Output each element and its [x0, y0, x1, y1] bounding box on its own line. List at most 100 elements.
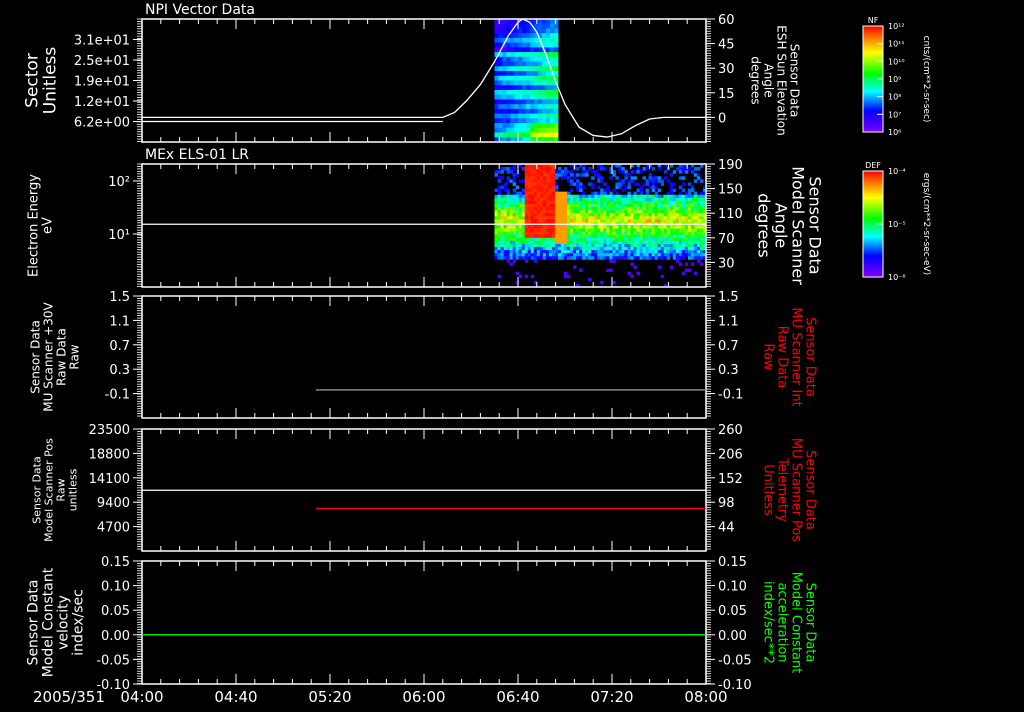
left-tick-label: 0.00	[101, 629, 130, 644]
spectrogram-cell	[591, 176, 595, 180]
spectrogram-cell	[678, 228, 683, 233]
spectrogram-cell	[651, 234, 656, 239]
spectrogram-cell	[533, 216, 538, 220]
spectrogram-cell	[554, 203, 559, 208]
spectrogram-cell	[515, 231, 520, 236]
spectrogram-cell	[550, 127, 555, 134]
spectrogram-cell	[657, 194, 662, 199]
spectrogram-cell	[654, 207, 659, 211]
spectrogram-cell	[666, 228, 671, 233]
spectrogram-cell	[609, 216, 613, 220]
spectrogram-cell	[534, 56, 539, 63]
spectrogram-cell	[500, 240, 504, 245]
spectrogram-cell	[526, 56, 531, 63]
spectrogram-cell	[669, 213, 674, 217]
spectrogram-cell	[509, 247, 514, 251]
spectrogram-cell	[618, 231, 622, 236]
spectrogram-cell	[606, 185, 610, 189]
spectrogram-cell	[538, 113, 543, 119]
spectrogram-cell	[560, 203, 565, 208]
spectrogram-cell	[648, 213, 653, 217]
spectrogram-cell	[672, 228, 677, 233]
spectrogram-cell	[510, 118, 515, 124]
spectrogram-cell	[533, 191, 538, 196]
spectrogram-cell	[515, 228, 520, 233]
spectrogram-cell	[693, 216, 698, 220]
spectrogram-cell	[621, 182, 625, 186]
spectrogram-cell	[567, 191, 571, 196]
spectrogram-cell	[615, 256, 619, 260]
spectrogram-cell	[606, 256, 610, 260]
spectrogram-cell	[678, 234, 683, 239]
spectrogram-cell	[534, 89, 539, 96]
spectrogram-cell	[551, 228, 556, 233]
spectrogram-cell	[494, 127, 499, 134]
spectrogram-cell	[534, 42, 539, 48]
spectrogram-cell	[687, 207, 692, 211]
spectrogram-cell	[645, 243, 649, 248]
spectrogram-cell	[548, 210, 553, 214]
spectrogram-cell	[534, 123, 539, 129]
spectrogram-cell	[503, 182, 507, 186]
spectrogram-cell	[536, 191, 541, 196]
spectrogram-cell	[527, 213, 532, 217]
spectrogram-cell	[510, 37, 515, 44]
spectrogram-cell	[542, 173, 547, 177]
spectrogram-cell	[527, 247, 532, 251]
spectrogram-cell	[550, 23, 555, 29]
spectrogram-cell	[576, 243, 580, 248]
spectrogram-cell	[636, 188, 640, 193]
spectrogram-cell	[542, 203, 547, 208]
spectrogram-cell	[510, 85, 515, 91]
spectrogram-cell	[681, 234, 686, 239]
spectrogram-cell	[557, 173, 562, 177]
spectrogram-cell	[651, 203, 656, 208]
spectrogram-cell	[538, 118, 543, 124]
spectrogram-cell	[510, 113, 515, 119]
spectrogram-cell	[690, 253, 695, 257]
spectrogram-cell	[612, 280, 616, 285]
spectrogram-cell	[582, 247, 586, 251]
spectrogram-cell	[621, 234, 625, 239]
spectrogram-cell	[585, 219, 589, 223]
spectrogram-cell	[630, 262, 634, 266]
spectrogram-cell	[600, 247, 604, 251]
spectrogram-cell	[645, 200, 649, 205]
spectrogram-cell	[548, 234, 553, 239]
spectrogram-cell	[606, 200, 610, 205]
spectrogram-cell	[530, 213, 535, 217]
spectrogram-cell	[545, 250, 550, 254]
spectrogram-cell	[678, 200, 683, 205]
spectrogram-cell	[576, 167, 580, 171]
spectrogram-cell	[588, 225, 592, 229]
spectrogram-cell	[615, 213, 619, 217]
spectrogram-cell	[538, 75, 543, 81]
left-axis-label: Sensor Data	[26, 580, 42, 666]
spectrogram-cell	[591, 185, 595, 189]
spectrogram-cell	[550, 52, 555, 58]
spectrogram-cell	[630, 219, 634, 223]
spectrogram-cell	[570, 173, 574, 177]
spectrogram-cell	[521, 203, 526, 208]
spectrogram-cell	[630, 237, 634, 242]
spectrogram-cell	[526, 108, 531, 115]
spectrogram-cell	[651, 185, 656, 189]
spectrogram-cell	[533, 228, 538, 233]
spectrogram-cell	[539, 256, 544, 260]
spectrogram-cell	[550, 132, 555, 138]
spectrogram-cell	[557, 216, 562, 220]
spectrogram-cell	[606, 231, 610, 236]
spectrogram-cell	[553, 47, 559, 53]
spectrogram-cell	[570, 253, 574, 257]
spectrogram-cell	[563, 207, 568, 211]
spectrogram-cell	[657, 225, 662, 229]
right-tick-label: 110	[718, 207, 743, 222]
spectrogram-cell	[497, 240, 501, 245]
spectrogram-cell	[666, 179, 671, 183]
right-tick-label: 0.15	[718, 555, 747, 570]
spectrogram-cell	[687, 203, 692, 208]
spectrogram-cell	[675, 203, 680, 208]
spectrogram-cell	[579, 219, 583, 223]
spectrogram-cell	[600, 167, 604, 171]
spectrogram-cell	[512, 194, 517, 199]
